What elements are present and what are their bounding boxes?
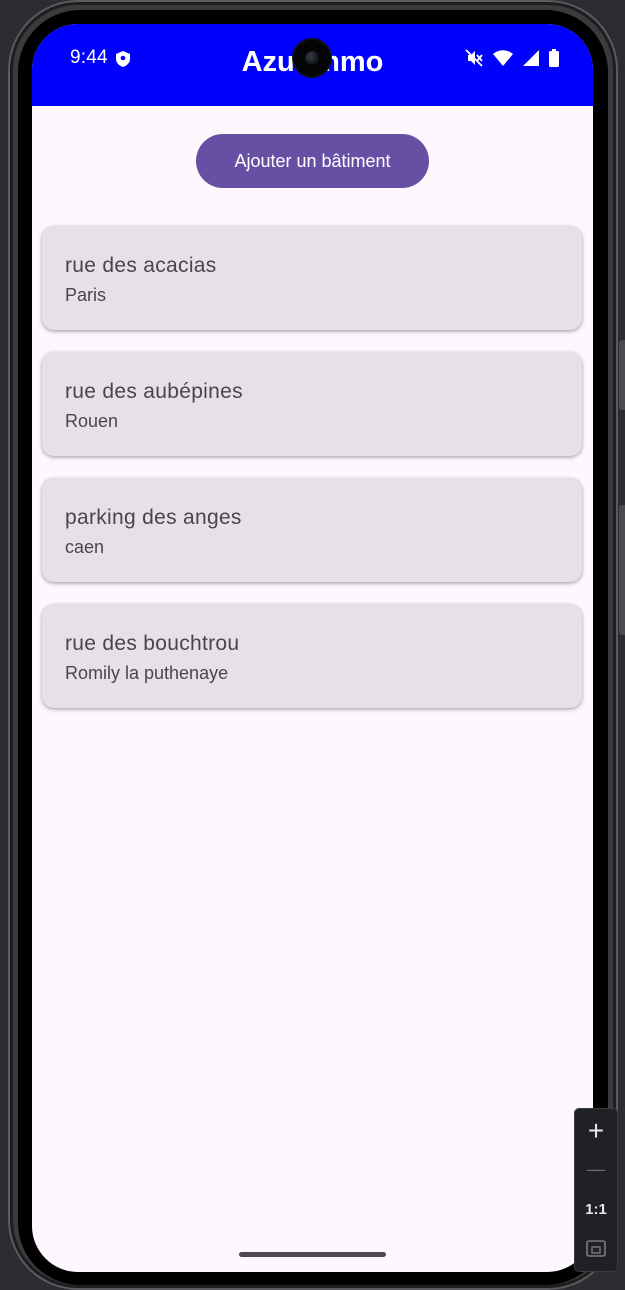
building-city: Rouen [65, 411, 119, 431]
app-screen: 9:44 Azurimmo [32, 24, 593, 1272]
device-volume-button [619, 505, 625, 635]
wifi-icon [493, 50, 513, 71]
home-indicator[interactable] [239, 1252, 386, 1257]
building-street: rue des acacias [65, 254, 217, 277]
building-card[interactable]: rue des acacias Paris [42, 226, 582, 330]
building-street: parking des anges [65, 506, 242, 529]
building-city: Paris [65, 285, 107, 305]
building-city: Romily la puthenaye [65, 663, 229, 683]
zoom-out-button[interactable]: — [575, 1155, 617, 1183]
actual-size-button[interactable]: 1:1 [575, 1199, 617, 1221]
signal-icon [523, 50, 539, 71]
building-card[interactable]: rue des aubépines Rouen [42, 352, 582, 456]
top-app-bar: 9:44 Azurimmo [32, 24, 593, 106]
building-city: caen [65, 537, 105, 557]
building-street: rue des aubépines [65, 380, 243, 403]
battery-icon [549, 49, 559, 72]
fit-screen-icon[interactable] [575, 1237, 617, 1259]
add-building-button[interactable]: Ajouter un bâtiment [196, 134, 429, 188]
building-street: rue des bouchtrou [65, 632, 240, 655]
front-camera [294, 40, 330, 76]
mute-icon [465, 49, 483, 72]
device-side-button [619, 340, 625, 410]
emulator-zoom-panel: + — 1:1 [574, 1108, 618, 1272]
building-card[interactable]: parking des anges caen [42, 478, 582, 582]
building-card[interactable]: rue des bouchtrou Romily la puthenaye [42, 604, 582, 708]
zoom-in-button[interactable]: + [575, 1115, 617, 1147]
status-icons [465, 49, 559, 72]
